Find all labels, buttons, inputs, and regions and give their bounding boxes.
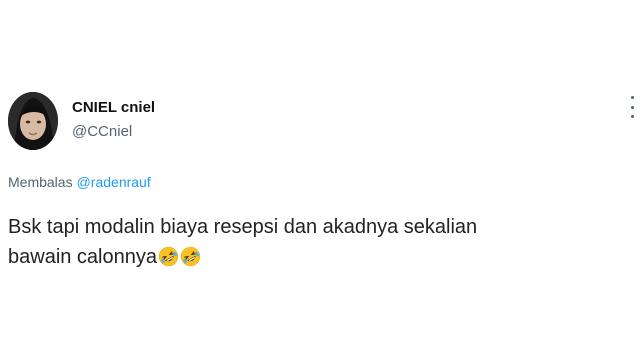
reply-prefix: Membalas	[8, 174, 73, 190]
avatar-image	[8, 92, 58, 150]
rofl-emoji-icon	[180, 246, 201, 267]
avatar[interactable]	[8, 92, 58, 150]
author-block: CNIEL cniel @CCniel	[72, 99, 155, 141]
tweet-text-line-2: bawain calonnya	[8, 246, 157, 268]
tweet-card: CNIEL cniel @CCniel Membalas @radenrauf B…	[0, 0, 640, 360]
user-handle[interactable]: @CCniel	[72, 123, 155, 141]
rofl-emoji-icon	[158, 246, 179, 267]
display-name[interactable]: CNIEL cniel	[72, 99, 155, 117]
reply-mention-link[interactable]: @radenrauf	[77, 174, 151, 190]
tweet-text: Bsk tapi modalin biaya resepsi dan akadn…	[8, 212, 628, 272]
more-vertical-icon[interactable]	[628, 96, 636, 118]
tweet-text-line-1: Bsk tapi modalin biaya resepsi dan akadn…	[8, 216, 478, 238]
tweet-text-line-2-wrap: bawain calonnya	[8, 242, 628, 272]
reply-context: Membalas @radenrauf	[8, 174, 151, 190]
